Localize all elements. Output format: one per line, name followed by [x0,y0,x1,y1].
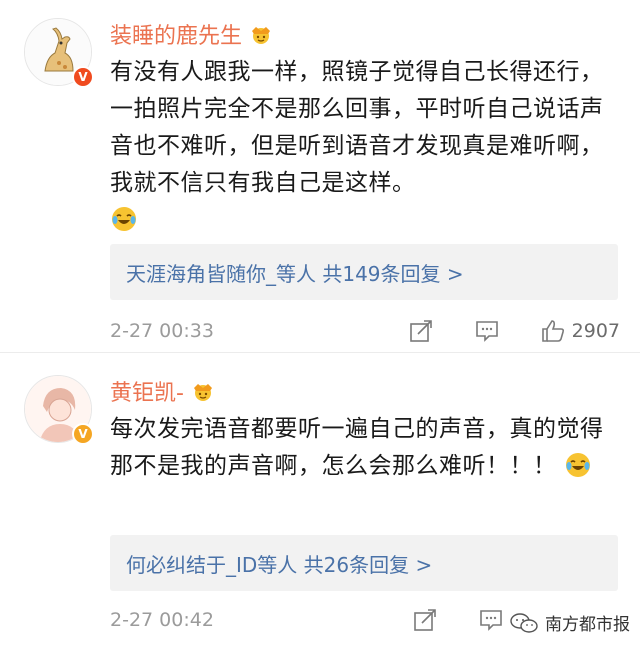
username[interactable]: 黄钜凯- [110,375,184,407]
watermark-text: 南方都市报 [545,615,630,635]
share-icon[interactable] [408,318,434,344]
verified-badge-icon: V [72,66,94,88]
avatar[interactable]: V [24,375,94,445]
share-icon[interactable] [412,607,438,633]
reply-summary-link[interactable]: 天涯海角皆随你_等人 共149条回复 > [110,244,618,300]
watermark: 南方都市报 [509,610,630,635]
comment-text: 有没有人跟我一样，照镜子觉得自己长得还行，一拍照片完全不是那么回事，平时听自己说… [110,54,610,239]
crown-emoji-icon [193,384,212,401]
reply-summary-text: 何必纠结于_ID等人 共26条回复 > [126,552,433,577]
comment-icon[interactable] [478,607,504,633]
crown-emoji-icon [252,27,271,44]
comment-icon[interactable] [474,318,500,344]
comment-item: V 黄钜凯- 每次发完语音都要听一遍自己的声音，真的觉得那不是我的声音啊，怎么会… [0,353,640,649]
verified-badge-icon: V [72,423,94,445]
wechat-icon [510,612,538,633]
like-count: 2907 [571,320,620,342]
reply-summary-link[interactable]: 何必纠结于_ID等人 共26条回复 > [110,535,618,591]
reply-summary-text: 天涯海角皆随你_等人 共149条回复 > [126,261,464,286]
timestamp: 2-27 00:42 [110,609,214,631]
comment-body: 有没有人跟我一样，照镜子觉得自己长得还行，一拍照片完全不是那么回事，平时听自己说… [110,59,604,196]
laugh-cry-emoji-icon [566,453,591,477]
laugh-cry-emoji-icon [112,207,136,231]
thumbs-up-icon[interactable] [540,318,566,344]
timestamp: 2-27 00:33 [110,320,214,342]
comment-body: 每次发完语音都要听一遍自己的声音，真的觉得那不是我的声音啊，怎么会那么难听！！！ [110,416,604,479]
comment-text: 每次发完语音都要听一遍自己的声音，真的觉得那不是我的声音啊，怎么会那么难听！！！ [110,411,610,485]
comment-meta: 2-27 00:33 2907 [110,316,620,346]
avatar[interactable]: V [24,18,94,88]
comment-item: V 装睡的鹿先生 有没有人跟我一样，照镜子觉得自己长得还行，一拍照片完全不是那么… [0,0,640,352]
username[interactable]: 装睡的鹿先生 [110,18,242,50]
